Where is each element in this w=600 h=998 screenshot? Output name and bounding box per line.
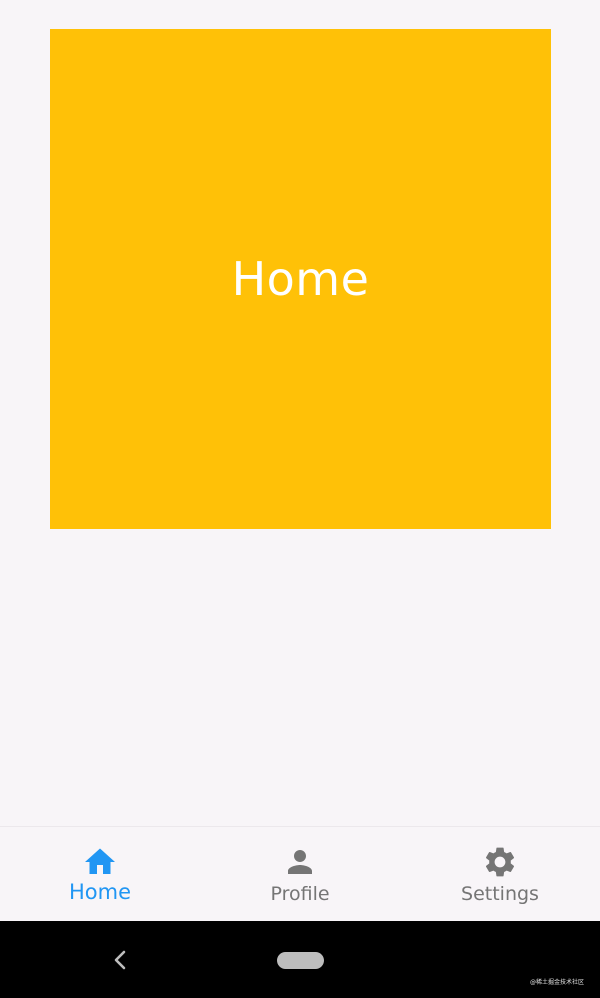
system-navigation-bar: @稀土掘金技术社区 bbox=[0, 921, 600, 998]
watermark: @稀土掘金技术社区 bbox=[529, 979, 584, 986]
nav-item-profile[interactable]: Profile bbox=[200, 827, 400, 921]
person-icon bbox=[288, 850, 312, 874]
nav-item-label: Settings bbox=[461, 883, 539, 905]
main-content: Home bbox=[0, 0, 600, 826]
bottom-navigation-bar: Home Profile Settings bbox=[0, 826, 600, 921]
gear-icon bbox=[485, 847, 515, 877]
page-title: Home bbox=[231, 252, 370, 306]
pill-home-icon[interactable] bbox=[277, 952, 324, 969]
home-card: Home bbox=[50, 29, 551, 529]
nav-item-settings[interactable]: Settings bbox=[400, 827, 600, 921]
nav-item-label: Home bbox=[68, 880, 131, 904]
chevron-left-icon[interactable] bbox=[110, 948, 130, 972]
home-icon bbox=[85, 848, 115, 874]
nav-item-home[interactable]: Home bbox=[0, 827, 200, 921]
nav-item-label: Profile bbox=[270, 883, 330, 905]
app-screen: Home Home Profile Settings @稀土掘金技术社区 bbox=[0, 0, 600, 998]
